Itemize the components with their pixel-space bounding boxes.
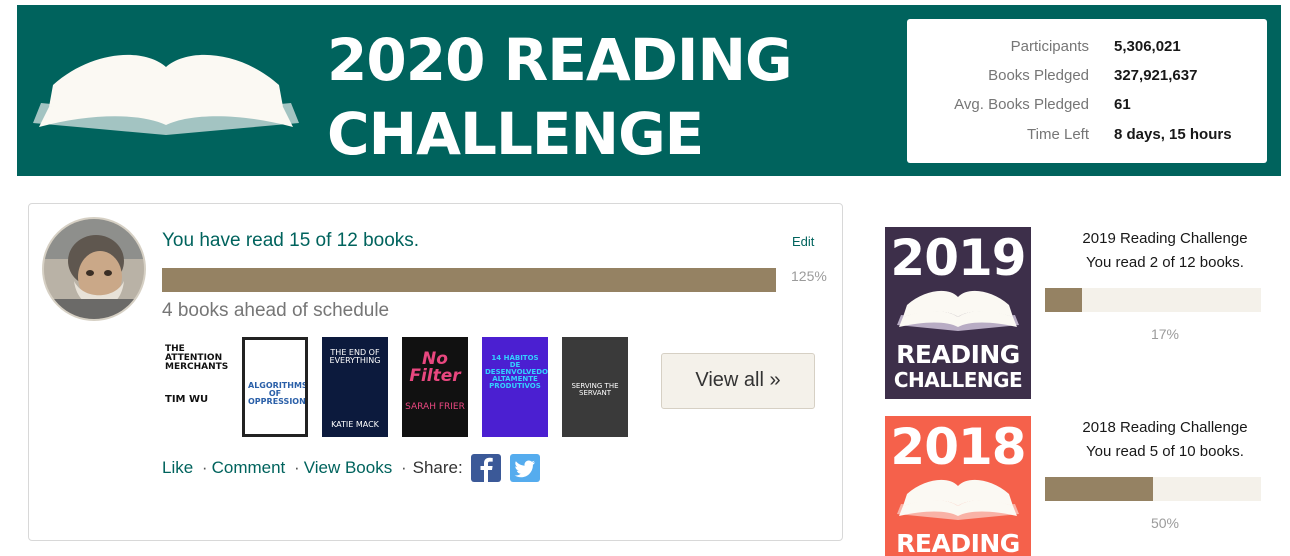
facebook-icon[interactable] <box>471 454 502 482</box>
book-cover-art: THE END OF EVERYTHING KATIE MACK <box>322 337 388 437</box>
stat-label: Avg. Books Pledged <box>954 96 1089 113</box>
schedule-status: 4 books ahead of schedule <box>162 300 390 321</box>
past-challenge-title[interactable]: 2018 Reading Challenge <box>1045 419 1285 436</box>
stat-books-pledged: Books Pledged 327,921,637 <box>907 67 1267 89</box>
book-cover[interactable]: THE END OF EVERYTHING KATIE MACK <box>322 337 388 437</box>
past-challenge-progress-bar <box>1045 477 1261 501</box>
badge-year: 2018 <box>890 418 1026 476</box>
stat-participants: Participants 5,306,021 <box>907 38 1267 60</box>
badge-word-reading: READING <box>896 529 1020 556</box>
share-label: Share: <box>412 458 463 477</box>
stat-label: Books Pledged <box>988 67 1089 84</box>
comment-link[interactable]: Comment <box>212 458 286 478</box>
challenge-stats-panel: Participants 5,306,021 Books Pledged 327… <box>907 19 1267 163</box>
past-challenge-progress-bar <box>1045 288 1261 312</box>
badge-word-challenge: CHALLENGE <box>893 368 1023 392</box>
book-cover[interactable]: SERVING THE SERVANT <box>562 337 628 437</box>
stat-value: 8 days, 15 hours <box>1114 126 1232 143</box>
stat-time-left: Time Left 8 days, 15 hours <box>907 126 1267 148</box>
book-cover-title: ALGORITHMS OF OPPRESSION <box>248 381 308 406</box>
edit-goal-link[interactable]: Edit <box>792 234 814 249</box>
progress-bar-fill <box>162 268 776 292</box>
past-challenge-summary: You read 2 of 12 books. <box>1086 254 1244 271</box>
twitter-icon[interactable] <box>510 454 541 482</box>
challenge-banner: 2020 READING CHALLENGE Participants 5,30… <box>17 5 1281 176</box>
book-cover[interactable]: THE ATTENTION MERCHANTS TIM WU <box>162 337 228 437</box>
badge-year: 2019 <box>890 229 1026 287</box>
stat-value: 61 <box>1114 96 1131 113</box>
book-cover-art: THE ATTENTION MERCHANTS TIM WU <box>162 337 228 437</box>
open-book-icon <box>33 54 299 135</box>
past-challenge-title[interactable]: 2019 Reading Challenge <box>1045 230 1285 247</box>
book-cover-title: THE END OF EVERYTHING <box>329 348 381 365</box>
past-challenge-summary: You read 5 of 10 books. <box>1086 443 1244 460</box>
past-challenge-progress-fill <box>1045 477 1153 501</box>
book-cover-author: KATIE MACK <box>331 420 379 429</box>
stat-value: 327,921,637 <box>1114 67 1198 84</box>
open-book-icon <box>897 479 1019 520</box>
progress-percent: 125% <box>791 268 827 284</box>
past-challenge-percent: 50% <box>1150 515 1180 531</box>
book-cover-author: SARAH FRIER <box>405 402 465 412</box>
open-book-icon <box>897 290 1019 331</box>
stat-label: Participants <box>1010 38 1089 55</box>
challenge-title-line2: CHALLENGE <box>327 100 704 168</box>
book-cover-title: THE ATTENTION MERCHANTS <box>165 344 228 372</box>
challenge-badge-2019[interactable]: 2019 READING CHALLENGE <box>885 227 1031 399</box>
stat-value: 5,306,021 <box>1114 38 1181 55</box>
view-books-link[interactable]: View Books <box>304 458 393 478</box>
challenge-title: 2020 READING CHALLENGE <box>327 23 847 171</box>
past-challenge-progress-fill <box>1045 288 1082 312</box>
book-cover[interactable]: ALGORITHMS OF OPPRESSION <box>242 337 308 437</box>
view-all-button[interactable]: View all » <box>661 353 815 409</box>
book-cover-title: 14 HÁBITOS DE DESENVOLVEDORES ALTAMENTE … <box>485 354 548 390</box>
action-separator: · <box>201 458 208 477</box>
book-cover-author: TIM WU <box>165 394 209 405</box>
book-cover-art: 14 HÁBITOS DE DESENVOLVEDORES ALTAMENTE … <box>482 337 548 437</box>
badge-word-reading: READING <box>896 340 1020 369</box>
book-cover-title: SERVING THE SERVANT <box>571 382 619 397</box>
card-actions: Like · Comment · View Books · Share: <box>162 454 541 482</box>
book-cover-art: ALGORITHMS OF OPPRESSION <box>245 340 305 434</box>
avatar[interactable] <box>42 217 146 321</box>
action-separator: · <box>294 458 300 477</box>
stat-avg-books-pledged: Avg. Books Pledged 61 <box>907 96 1267 118</box>
book-cover-art: No Filter SARAH FRIER <box>402 337 468 437</box>
book-cover[interactable]: 14 HÁBITOS DE DESENVOLVEDORES ALTAMENTE … <box>482 337 548 437</box>
book-cover[interactable]: No Filter SARAH FRIER <box>402 337 468 437</box>
past-challenge-percent: 17% <box>1150 326 1180 342</box>
progress-bar <box>162 268 776 292</box>
challenge-progress-card: You have read 15 of 12 books. Edit 125% … <box>28 203 843 541</box>
challenge-badge-2018[interactable]: 2018 READING <box>885 416 1031 556</box>
action-separator: · <box>400 458 407 477</box>
challenge-title-line1: 2020 READING <box>327 26 793 94</box>
book-cover-art: SERVING THE SERVANT <box>562 337 628 437</box>
avatar-photo <box>44 219 144 319</box>
stat-label: Time Left <box>1027 126 1089 143</box>
like-link[interactable]: Like <box>162 458 193 478</box>
book-cover-title: No Filter <box>409 349 461 386</box>
progress-headline: You have read 15 of 12 books. <box>162 230 420 251</box>
